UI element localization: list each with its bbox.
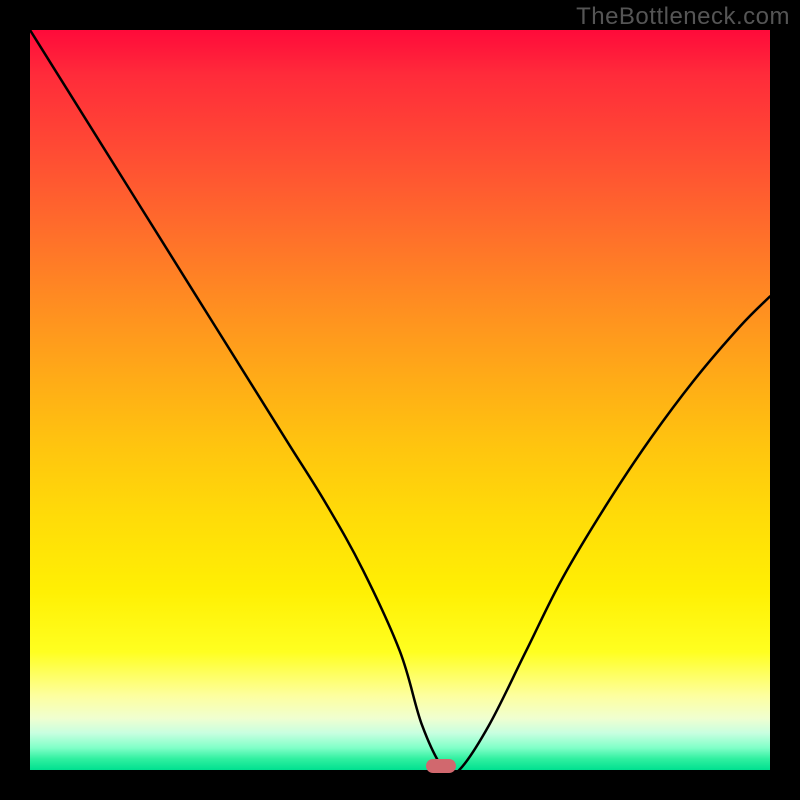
- optimal-marker: [426, 759, 456, 773]
- bottleneck-curve-path: [30, 30, 770, 770]
- watermark-text: TheBottleneck.com: [576, 3, 790, 31]
- plot-area: [30, 30, 770, 770]
- curve-svg: [30, 30, 770, 770]
